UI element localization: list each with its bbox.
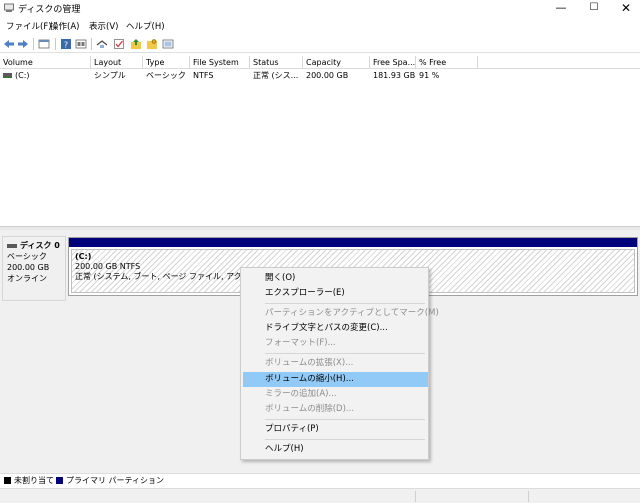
minimize-button[interactable]: —: [545, 0, 577, 16]
menu-separator: [265, 303, 425, 304]
toolbar-separator: [33, 38, 34, 50]
partition-name: (C:): [75, 252, 92, 261]
column-volume[interactable]: Volume: [0, 56, 91, 69]
ctx-mark-active: パーティションをアクティブとしてマーク(M): [265, 308, 439, 318]
menu-view[interactable]: 表示(V): [89, 20, 118, 32]
menu-help[interactable]: ヘルプ(H): [126, 20, 165, 32]
cell-layout: シンプル: [94, 71, 126, 80]
cell-status: 正常 (シス...: [253, 71, 299, 80]
menu-separator: [265, 419, 425, 420]
connect-icon[interactable]: [96, 38, 108, 50]
ctx-open[interactable]: 開く(O): [243, 271, 428, 286]
disk-size: 200.00 GB: [7, 263, 50, 272]
disk-management-icon: [4, 3, 14, 12]
disk-type: ベーシック: [7, 252, 47, 261]
disk-icon: [7, 243, 17, 248]
properties-icon[interactable]: [75, 38, 87, 50]
unallocated-swatch: [4, 477, 11, 484]
column-free-space[interactable]: Free Spa...: [370, 56, 416, 69]
status-separator: [528, 491, 529, 502]
title-bar: ディスクの管理 — ☐ ✕: [0, 0, 640, 16]
close-button[interactable]: ✕: [610, 0, 640, 16]
window-title: ディスクの管理: [18, 5, 81, 15]
check-icon[interactable]: [113, 38, 125, 50]
legend-primary-partition: プライマリ パーティション: [66, 476, 165, 485]
menu-separator: [265, 439, 425, 440]
cell-file-system: NTFS: [193, 71, 214, 80]
legend-bar: 未割り当て プライマリ パーティション: [0, 473, 640, 487]
ctx-change-drive-letter[interactable]: ドライブ文字とパスの変更(C)...: [243, 321, 428, 336]
column-percent-free[interactable]: % Free: [416, 56, 478, 69]
volume-list-header: Volume Layout Type File System Status Ca…: [0, 56, 640, 69]
primary-partition-swatch: [56, 477, 63, 484]
ctx-extend-volume: ボリュームの拡張(X)...: [265, 358, 354, 368]
cell-percent-free: 91 %: [419, 71, 440, 80]
column-layout[interactable]: Layout: [91, 56, 143, 69]
cell-free-space: 181.93 GB: [373, 71, 416, 80]
disk-state: オンライン: [7, 274, 47, 283]
cell-volume: (C:): [0, 70, 91, 82]
column-capacity[interactable]: Capacity: [303, 56, 370, 69]
toolbar-separator: [91, 38, 92, 50]
context-menu: 開く(O) エクスプローラー(E) パーティションをアクティブとしてマーク(M)…: [240, 267, 439, 460]
ctx-add-mirror: ミラーの追加(A)...: [265, 389, 337, 399]
cell-capacity: 200.00 GB: [306, 71, 349, 80]
toolbar-separator: [55, 38, 56, 50]
back-arrow-icon[interactable]: [3, 38, 15, 50]
legend-unallocated: 未割り当て: [14, 476, 54, 485]
help-icon[interactable]: ?: [60, 38, 72, 50]
svg-text:?: ?: [64, 41, 68, 50]
ctx-explorer[interactable]: エクスプローラー(E): [243, 286, 428, 301]
column-status[interactable]: Status: [250, 56, 303, 69]
disk-list-icon[interactable]: [38, 38, 50, 50]
ctx-format: フォーマット(F)...: [265, 338, 336, 348]
cell-type: ベーシック: [146, 71, 186, 80]
menu-bar: ファイル(F) 操作(A) 表示(V) ヘルプ(H): [0, 17, 640, 33]
disk-name: ディスク 0: [7, 240, 65, 251]
menu-action[interactable]: 操作(A): [50, 20, 79, 32]
view-icon[interactable]: [162, 38, 174, 50]
menu-file[interactable]: ファイル(F): [6, 20, 52, 32]
forward-arrow-icon[interactable]: [17, 38, 29, 50]
ctx-help[interactable]: ヘルプ(H): [243, 442, 428, 457]
menu-separator: [265, 353, 425, 354]
toolbar: ?: [0, 35, 640, 53]
column-type[interactable]: Type: [143, 56, 190, 69]
ctx-delete-volume: ボリュームの削除(D)...: [265, 404, 355, 414]
ctx-shrink-volume[interactable]: ボリュームの縮小(H)...: [243, 372, 428, 387]
table-row[interactable]: (C:) シンプル ベーシック NTFS 正常 (シス... 200.00 GB…: [0, 70, 640, 82]
up-folder-icon[interactable]: [130, 38, 142, 50]
column-file-system[interactable]: File System: [190, 56, 250, 69]
folder-key-icon[interactable]: [146, 38, 158, 50]
status-separator: [415, 491, 416, 502]
maximize-button[interactable]: ☐: [578, 0, 610, 16]
status-bar: [0, 488, 640, 503]
partition-color-bar: [69, 238, 637, 247]
ctx-properties[interactable]: プロパティ(P): [243, 422, 428, 437]
volume-icon: [3, 73, 12, 78]
disk-0-label[interactable]: ディスク 0 ベーシック 200.00 GB オンライン: [2, 236, 66, 301]
